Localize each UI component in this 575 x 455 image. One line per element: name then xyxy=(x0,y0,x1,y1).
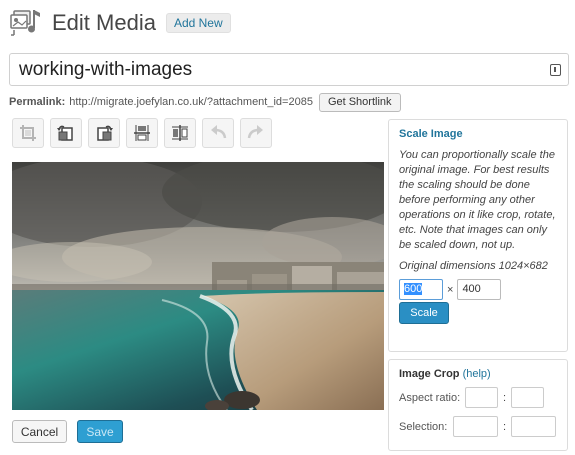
page-title: Edit Media xyxy=(52,10,156,35)
cancel-button[interactable]: Cancel xyxy=(12,420,67,443)
undo-button[interactable] xyxy=(202,118,234,148)
image-crop-panel: Image Crop (help) Aspect ratio: : Select… xyxy=(388,359,568,451)
scale-width-value: 600 xyxy=(404,283,423,295)
times-symbol: × xyxy=(447,283,454,296)
aspect-ratio-height-input[interactable] xyxy=(511,387,545,408)
scale-image-panel: Scale Image You can proportionally scale… xyxy=(388,119,568,352)
flip-horizontal-icon xyxy=(172,125,188,141)
permalink-label: Permalink: xyxy=(9,96,66,108)
crop-button[interactable] xyxy=(12,118,44,148)
undo-icon xyxy=(211,125,227,139)
rotate-right-icon xyxy=(97,125,113,141)
edit-actions: Cancel Save xyxy=(12,420,123,443)
page-header: Edit Media Add New xyxy=(10,7,231,39)
selection-height-input[interactable] xyxy=(511,416,557,437)
permalink-row: Permalink: http://migrate.joefylan.co.uk… xyxy=(9,92,401,112)
aspect-ratio-row: Aspect ratio: : xyxy=(399,387,557,408)
get-shortlink-button[interactable]: Get Shortlink xyxy=(318,92,401,112)
redo-button[interactable] xyxy=(240,118,272,148)
scale-height-input[interactable]: 400 xyxy=(457,279,502,300)
scale-width-input[interactable]: 600 xyxy=(399,279,443,300)
original-dimensions: Original dimensions 1024×682 xyxy=(399,260,548,272)
image-edit-toolbar xyxy=(12,118,272,148)
scale-dimensions-row: 600 × 400 xyxy=(399,279,557,300)
selection-width-input[interactable] xyxy=(453,416,498,437)
flip-horizontal-button[interactable] xyxy=(164,118,196,148)
scale-image-title[interactable]: Scale Image xyxy=(399,128,557,140)
flip-vertical-button[interactable] xyxy=(126,118,158,148)
rotate-left-button[interactable] xyxy=(50,118,82,148)
field-info-icon[interactable] xyxy=(550,64,561,76)
permalink-url: http://migrate.joefylan.co.uk/?attachmen… xyxy=(69,96,313,108)
rotate-right-button[interactable] xyxy=(88,118,120,148)
scale-description: You can proportionally scale the origina… xyxy=(399,149,556,251)
media-library-icon xyxy=(10,8,44,38)
image-preview[interactable] xyxy=(12,162,384,410)
crop-help-link[interactable]: (help) xyxy=(463,368,491,380)
title-input-value: working-with-images xyxy=(19,59,193,80)
aspect-ratio-label: Aspect ratio: xyxy=(399,391,461,404)
save-button[interactable]: Save xyxy=(77,420,123,443)
image-crop-title: Image Crop (help) xyxy=(399,368,557,380)
crop-icon xyxy=(20,125,36,141)
add-new-button[interactable]: Add New xyxy=(165,13,231,33)
aspect-ratio-separator: : xyxy=(503,391,507,404)
aspect-ratio-width-input[interactable] xyxy=(465,387,498,408)
rotate-left-icon xyxy=(57,125,73,141)
scale-button[interactable]: Scale xyxy=(399,302,449,324)
scale-height-value: 400 xyxy=(462,283,481,295)
flip-vertical-icon xyxy=(134,125,150,141)
selection-row: Selection: : xyxy=(399,416,557,437)
selection-label: Selection: xyxy=(399,420,448,433)
title-input[interactable]: working-with-images xyxy=(9,53,569,86)
selection-separator: : xyxy=(503,420,507,433)
image-crop-title-text: Image Crop xyxy=(399,368,460,380)
redo-icon xyxy=(247,125,263,139)
